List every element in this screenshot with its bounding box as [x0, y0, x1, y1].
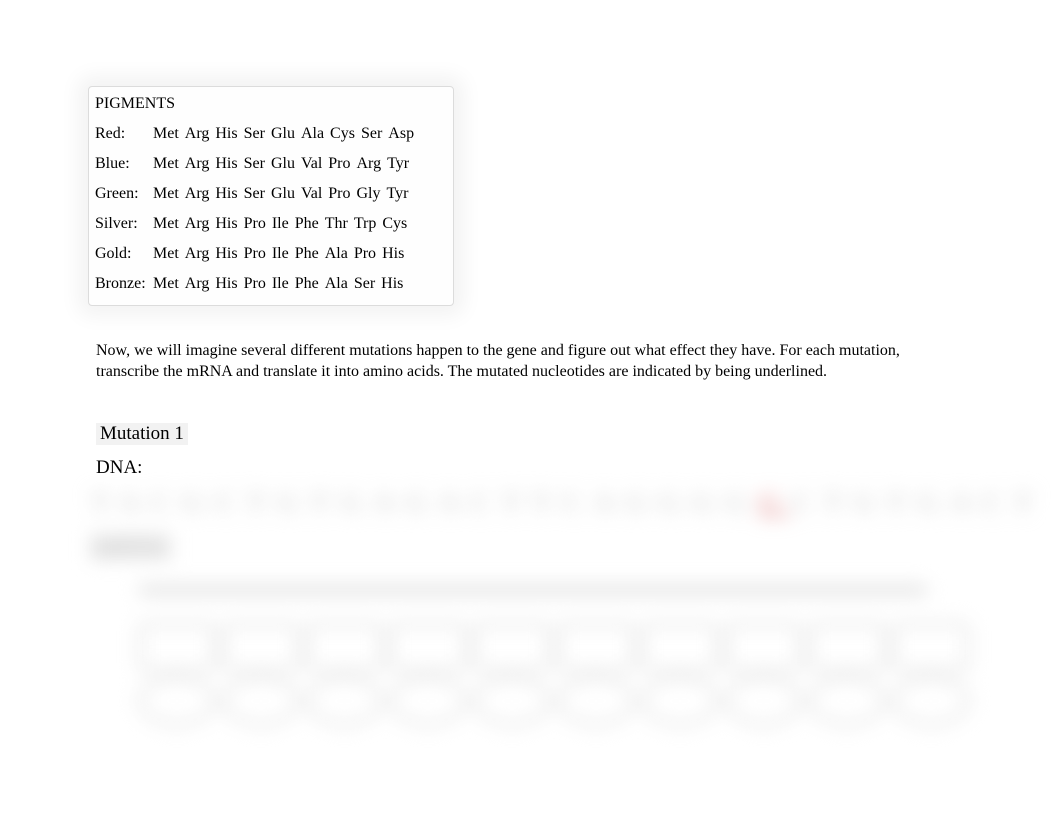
- pigment-label: Green:: [95, 185, 153, 203]
- amino-acid-slot: [389, 622, 467, 672]
- amino-acid-slot: [892, 622, 970, 672]
- amino-acid-slot: [473, 622, 551, 672]
- amino-acid-slot: [892, 676, 970, 726]
- amino-acid-row: [138, 676, 970, 726]
- amino-acid-slot: [808, 622, 886, 672]
- amino-acid-slot: [222, 676, 300, 726]
- pigment-row-gold: Gold: MetArgHisProIlePheAlaProHis: [95, 245, 447, 263]
- pigment-sequence: MetArgHisSerGluValProArgTyr: [153, 155, 447, 173]
- amino-acid-slot: [557, 622, 635, 672]
- pigment-row-green: Green: MetArgHisSerGluValProGlyTyr: [95, 185, 447, 203]
- pigment-row-silver: Silver: MetArgHisProIlePheThrTrpCys: [95, 215, 447, 233]
- pigment-row-red: Red: MetArgHisSerGluAlaCysSerAsp: [95, 125, 447, 143]
- amino-acid-slot: [138, 622, 216, 672]
- pigment-sequence: MetArgHisProIlePheAlaSerHis: [153, 275, 447, 293]
- pigment-row-bronze: Bronze: MetArgHisProIlePheAlaSerHis: [95, 275, 447, 293]
- pigment-label: Red:: [95, 125, 153, 143]
- pigment-sequence: MetArgHisProIlePheAlaProHis: [153, 245, 447, 263]
- dna-sequence: TACGCTGTGAGACTTCAGGGGGCTGTGACT: [90, 486, 970, 520]
- amino-acid-slot: [641, 676, 719, 726]
- pigment-label: Blue:: [95, 155, 153, 173]
- amino-acid-slot: [306, 676, 384, 726]
- pigment-label: Silver:: [95, 215, 153, 233]
- amino-acid-slot: [557, 676, 635, 726]
- pigment-row-blue: Blue: MetArgHisSerGluValProArgTyr: [95, 155, 447, 173]
- pigment-label: Bronze:: [95, 275, 153, 293]
- pigments-panel: PIGMENTS Red: MetArgHisSerGluAlaCysSerAs…: [88, 86, 454, 306]
- amino-acid-slot: [138, 676, 216, 726]
- blurred-content: TACGCTGTGAGACTTCAGGGGGCTGTGACT mRNA:: [90, 486, 970, 746]
- amino-acid-slot: [389, 676, 467, 726]
- amino-acid-slot: [473, 676, 551, 726]
- pigment-sequence: MetArgHisSerGluAlaCysSerAsp: [153, 125, 447, 143]
- amino-acid-row: [138, 622, 970, 672]
- pigments-title: PIGMENTS: [95, 95, 447, 113]
- amino-acid-slot: [725, 622, 803, 672]
- pigment-label: Gold:: [95, 245, 153, 263]
- amino-acid-slot: [725, 676, 803, 726]
- pigment-sequence: MetArgHisSerGluValProGlyTyr: [153, 185, 447, 203]
- dna-label: DNA:: [96, 457, 142, 479]
- mrna-label: mRNA:: [90, 534, 171, 560]
- amino-acid-slot: [306, 622, 384, 672]
- pigment-sequence: MetArgHisProIlePheThrTrpCys: [153, 215, 447, 233]
- mrna-blank-line: [138, 584, 928, 596]
- mutation-heading: Mutation 1: [96, 423, 188, 445]
- amino-acid-slot: [641, 622, 719, 672]
- instruction-text: Now, we will imagine several different m…: [96, 341, 926, 383]
- amino-acid-slot: [808, 676, 886, 726]
- amino-acid-slot: [222, 622, 300, 672]
